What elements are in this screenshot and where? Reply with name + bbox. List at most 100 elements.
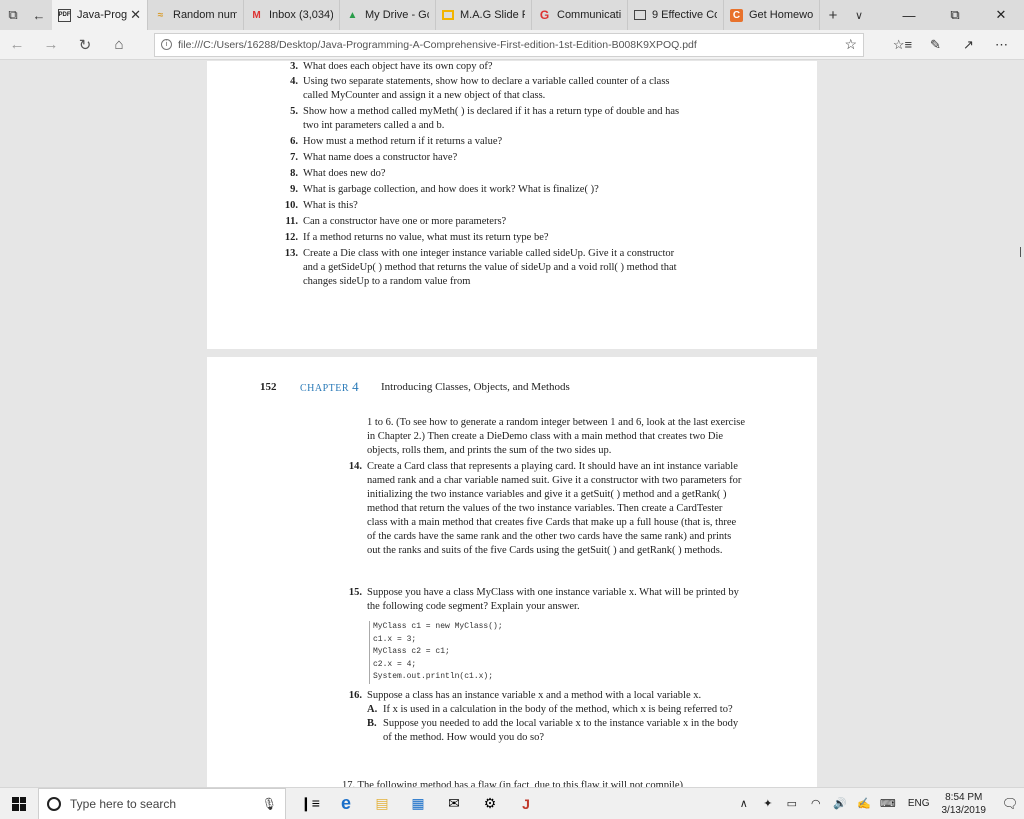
tab-java-prog[interactable]: PDF Java-Prog ✕: [52, 0, 148, 30]
language-indicator[interactable]: ENG: [908, 798, 930, 809]
close-tab-icon[interactable]: ✕: [130, 7, 141, 23]
question-number: 3.: [290, 61, 298, 72]
clock[interactable]: 8:54 PM 3/13/2019: [942, 791, 987, 817]
close-icon[interactable]: ✕: [978, 0, 1024, 30]
set-aside-tabs-icon[interactable]: ←: [26, 0, 52, 30]
tab-label: 9 Effective Co: [652, 9, 717, 21]
code-line: c2.x = 4;: [373, 659, 417, 669]
chapter-title: Introducing Classes, Objects, and Method…: [381, 381, 570, 393]
share-icon[interactable]: ↗: [952, 37, 985, 53]
tab-label: Communicati: [557, 9, 621, 21]
question-number: 6.: [290, 136, 298, 147]
question-number: 9.: [290, 184, 298, 195]
tab-my-drive[interactable]: ▲ My Drive - Gc: [340, 0, 436, 30]
tab-strip: ⧉ ← PDF Java-Prog ✕ ≈ Random num M Inbox…: [0, 0, 1024, 30]
window-controls: — ⧉ ✕: [886, 0, 1024, 30]
edge-icon[interactable]: e: [328, 788, 364, 819]
tab-effective[interactable]: 9 Effective Co: [628, 0, 724, 30]
tab-get-homework[interactable]: C Get Homewo: [724, 0, 820, 30]
home-icon[interactable]: ⌂: [102, 30, 136, 60]
store-icon[interactable]: ▦: [400, 788, 436, 819]
page-number: 152: [260, 381, 277, 393]
navigation-bar: ← → ↻ ⌂ i file:///C:/Users/16288/Desktop…: [0, 30, 1024, 60]
start-button[interactable]: [0, 788, 38, 819]
cortana-icon: [47, 796, 61, 811]
action-center-icon[interactable]: 🗨: [996, 796, 1024, 812]
refresh-icon[interactable]: ↻: [68, 30, 102, 60]
question-text: 1 to 6. (To see how to generate a random…: [367, 417, 746, 456]
keyboard-icon[interactable]: ⌨: [876, 797, 900, 810]
question-number: 12.: [284, 232, 298, 243]
tab-inbox[interactable]: M Inbox (3,034): [244, 0, 340, 30]
pen-icon[interactable]: ✎: [919, 37, 952, 53]
tab-preview-icon[interactable]: ⧉: [0, 0, 26, 30]
mail-icon[interactable]: ✉: [436, 788, 472, 819]
scroll-indicator[interactable]: [1020, 247, 1021, 257]
search-placeholder: Type here to search: [70, 796, 177, 811]
slides-icon: [442, 10, 454, 20]
sub-question-label: B.: [367, 718, 377, 729]
question-text: Can a constructor have one or more param…: [303, 216, 507, 227]
tab-label: My Drive - Gc: [365, 9, 429, 21]
pdf-viewer[interactable]: 3. What does each object have its own cop…: [0, 61, 1024, 787]
jgrasp-icon[interactable]: J: [508, 788, 544, 819]
url-text: file:///C:/Users/16288/Desktop/Java-Prog…: [178, 38, 697, 51]
question-text: What is this?: [303, 200, 358, 211]
clock-time: 8:54 PM: [945, 791, 983, 803]
task-view-icon[interactable]: ❙≡: [292, 788, 328, 819]
question-text: What name does a constructor have?: [303, 152, 458, 163]
pdf-page: 152 CHAPTER 4 Introducing Classes, Objec…: [207, 357, 817, 787]
question-text: Using two separate statements, show how …: [303, 76, 670, 101]
info-icon[interactable]: i: [161, 39, 172, 50]
question-text: Suppose a class has an instance variable…: [367, 690, 702, 701]
bing-icon: ≈: [157, 9, 164, 21]
code-line: MyClass c1 = new MyClass();: [373, 622, 503, 631]
sub-question-text: Suppose you needed to add the local vari…: [383, 718, 739, 743]
battery-icon[interactable]: ▭: [780, 797, 804, 810]
chapter-label-text: CHAPTER: [300, 383, 350, 394]
taskbar: Type here to search 🎙 ❙≡ e ▤ ▦ ✉ ⚙ J ∧ ✦…: [0, 787, 1024, 819]
question-number: 10.: [284, 200, 298, 211]
tab-label: M.A.G Slide P: [460, 9, 525, 21]
bluetooth-icon[interactable]: ✦: [756, 797, 780, 810]
file-explorer-icon[interactable]: ▤: [364, 788, 400, 819]
new-tab-icon[interactable]: +: [820, 0, 846, 30]
question-number: 7.: [290, 152, 298, 163]
pdf-page: 3. What does each object have its own cop…: [207, 61, 817, 349]
pen-workspace-icon[interactable]: ✍: [852, 797, 876, 810]
tab-label: Java-Prog: [77, 9, 128, 21]
back-arrow-icon[interactable]: ←: [0, 30, 34, 60]
chegg-icon: C: [730, 8, 743, 22]
wifi-icon[interactable]: ◠: [804, 797, 828, 810]
address-bar[interactable]: i file:///C:/Users/16288/Desktop/Java-Pr…: [154, 32, 864, 57]
chevron-down-icon[interactable]: ∨: [846, 0, 872, 30]
taskbar-search-box[interactable]: Type here to search 🎙: [38, 787, 286, 819]
minimize-icon[interactable]: —: [886, 0, 932, 30]
question-number: 5.: [290, 106, 298, 117]
tab-mag-slide[interactable]: M.A.G Slide P: [436, 0, 532, 30]
chapter-label: CHAPTER 4: [300, 379, 359, 395]
question-number: 11.: [285, 216, 298, 227]
settings-gear-icon[interactable]: ⚙: [472, 788, 508, 819]
more-icon[interactable]: ⋯: [985, 37, 1018, 53]
tab-random-num[interactable]: ≈ Random num: [148, 0, 244, 30]
forward-arrow-icon[interactable]: →: [34, 30, 68, 60]
microphone-icon[interactable]: 🎙: [262, 797, 277, 811]
tab-communicati[interactable]: G Communicati: [532, 0, 628, 30]
restore-icon[interactable]: ⧉: [932, 0, 978, 30]
question-number: 16.: [348, 690, 362, 701]
favorites-list-icon[interactable]: ☆≡: [886, 37, 919, 53]
question-number: 14.: [348, 461, 362, 472]
page-icon: [634, 10, 646, 20]
chevron-up-icon[interactable]: ∧: [732, 797, 756, 810]
code-line: c1.x = 3;: [373, 634, 417, 644]
question-text: What is garbage collection, and how does…: [303, 184, 599, 195]
chapter-number: 4: [352, 379, 360, 394]
tab-label: Inbox (3,034): [269, 9, 333, 21]
sub-question: B. Suppose you needed to add the local va…: [367, 717, 745, 745]
volume-icon[interactable]: 🔊: [828, 797, 852, 810]
question-text: What does each object have its own copy …: [303, 61, 493, 72]
question-number: 4.: [290, 76, 298, 87]
favorite-star-icon[interactable]: ☆: [844, 36, 857, 53]
pdf-icon: PDF: [58, 8, 71, 22]
